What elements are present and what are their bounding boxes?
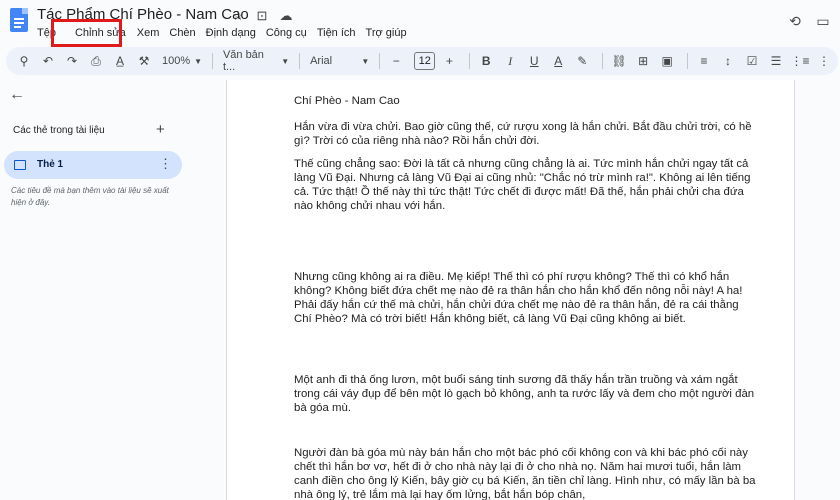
increase-size-button[interactable]: + bbox=[439, 51, 459, 71]
more-options-icon[interactable]: ⋮ bbox=[814, 51, 834, 71]
paragraph[interactable]: Người đàn bà góa mù này bán hắn cho một … bbox=[294, 446, 756, 500]
numbered-list-icon[interactable]: ⋮≡ bbox=[790, 51, 810, 71]
tab-icon bbox=[14, 160, 26, 170]
comments-icon[interactable]: ▭ bbox=[814, 12, 832, 30]
font-value: Arial bbox=[310, 55, 333, 67]
menu-extensions[interactable]: Tiện ích bbox=[312, 25, 361, 41]
print-icon[interactable]: ⎙ bbox=[86, 51, 106, 71]
back-arrow-icon[interactable]: ← bbox=[9, 86, 25, 104]
document-heading[interactable]: Chí Phèo - Nam Cao bbox=[294, 94, 756, 108]
title-bar: Tác Phẩm Chí Phèo - Nam Cao ☆ ⊡ ☁ Tệp Ch… bbox=[0, 0, 840, 47]
style-value: Văn bản t... bbox=[222, 49, 264, 73]
docs-logo-icon[interactable] bbox=[10, 8, 28, 32]
document-page[interactable]: Chí Phèo - Nam Cao Hắn vừa đi vừa chửi. … bbox=[226, 80, 795, 500]
search-menus-icon[interactable]: ⚲ bbox=[14, 51, 34, 71]
checklist-icon[interactable]: ☑ bbox=[742, 51, 762, 71]
divider bbox=[212, 53, 213, 69]
zoom-select[interactable]: 100% ▼ bbox=[158, 55, 206, 67]
history-icon[interactable]: ⟲ bbox=[786, 12, 804, 30]
paragraph[interactable]: Hắn vừa đi vừa chửi. Bao giờ cũng thế, c… bbox=[294, 120, 756, 148]
underline-button[interactable]: U bbox=[524, 51, 544, 71]
align-icon[interactable]: ≡ bbox=[694, 51, 714, 71]
menu-tools[interactable]: Công cụ bbox=[261, 25, 312, 41]
chevron-down-icon: ▼ bbox=[281, 56, 290, 66]
paragraph[interactable]: Nhưng cũng không ai ra điều. Mẹ kiếp! Th… bbox=[294, 270, 756, 326]
highlight-color-icon[interactable]: ✎ bbox=[572, 51, 592, 71]
text-color-button[interactable]: A bbox=[548, 51, 568, 71]
decrease-size-button[interactable]: − bbox=[386, 51, 406, 71]
document-tabs-sidebar: ← Các thẻ trong tài liệu + Thẻ 1 ⋮ Các t… bbox=[0, 80, 192, 500]
docs-window: Tác Phẩm Chí Phèo - Nam Cao ☆ ⊡ ☁ Tệp Ch… bbox=[0, 0, 840, 500]
edit-menu-highlight bbox=[51, 19, 122, 47]
divider bbox=[379, 53, 381, 69]
undo-icon[interactable]: ↶ bbox=[38, 51, 58, 71]
chevron-down-icon: ▼ bbox=[361, 56, 370, 66]
tab-label[interactable]: Thẻ 1 bbox=[37, 159, 63, 170]
scrollbar[interactable] bbox=[824, 80, 838, 500]
style-select[interactable]: Văn bản t... ▼ bbox=[219, 49, 293, 73]
star-icon[interactable]: ☆ bbox=[230, 8, 246, 24]
add-tab-icon[interactable]: + bbox=[156, 121, 165, 138]
tabs-heading: Các thẻ trong tài liệu bbox=[13, 125, 105, 136]
menu-insert[interactable]: Chèn bbox=[164, 25, 200, 41]
link-icon[interactable]: ⛓ bbox=[609, 51, 629, 71]
line-spacing-icon[interactable]: ↕ bbox=[718, 51, 738, 71]
menu-format[interactable]: Định dạng bbox=[201, 25, 261, 41]
cloud-status-icon[interactable]: ☁ bbox=[278, 8, 294, 24]
insert-image-icon[interactable]: ▣ bbox=[657, 51, 677, 71]
paragraph[interactable]: Một anh đi thả ống lươn, một buổi sáng t… bbox=[294, 373, 756, 415]
paint-format-icon[interactable]: ⚒ bbox=[134, 51, 154, 71]
zoom-value: 100% bbox=[162, 55, 191, 67]
tab-item-1[interactable] bbox=[4, 151, 182, 179]
header-right-actions: ⟲ ▭ bbox=[786, 12, 832, 30]
bold-button[interactable]: B bbox=[476, 51, 496, 71]
add-comment-icon[interactable]: ⊞ bbox=[633, 51, 653, 71]
bulleted-list-icon[interactable]: ☰ bbox=[766, 51, 786, 71]
title-actions: ☆ ⊡ ☁ bbox=[230, 8, 294, 24]
menu-view[interactable]: Xem bbox=[132, 25, 165, 41]
menu-help[interactable]: Trợ giúp bbox=[361, 25, 412, 41]
divider bbox=[602, 53, 604, 69]
toolbar: ⚲ ↶ ↷ ⎙ A̲ ⚒ 100% ▼ Văn bản t... ▼ Arial ▼ … bbox=[6, 47, 838, 75]
divider bbox=[687, 53, 689, 69]
spellcheck-icon[interactable]: A̲ bbox=[110, 51, 130, 71]
font-size-input[interactable]: 12 bbox=[414, 52, 436, 70]
paragraph[interactable]: Thế cũng chẳng sao: Đời là tất cả nhưng … bbox=[294, 157, 756, 213]
divider bbox=[299, 53, 301, 69]
move-folder-icon[interactable]: ⊡ bbox=[254, 8, 270, 24]
divider bbox=[469, 53, 471, 69]
font-select[interactable]: Arial ▼ bbox=[306, 55, 373, 67]
chevron-down-icon: ▼ bbox=[194, 56, 203, 66]
outline-hint: Các tiêu đề mà bạn thêm vào tài liệu sẽ … bbox=[11, 186, 169, 207]
redo-icon[interactable]: ↷ bbox=[62, 51, 82, 71]
tab-menu-icon[interactable]: ⋮ bbox=[159, 156, 172, 172]
italic-button[interactable]: I bbox=[500, 51, 520, 71]
